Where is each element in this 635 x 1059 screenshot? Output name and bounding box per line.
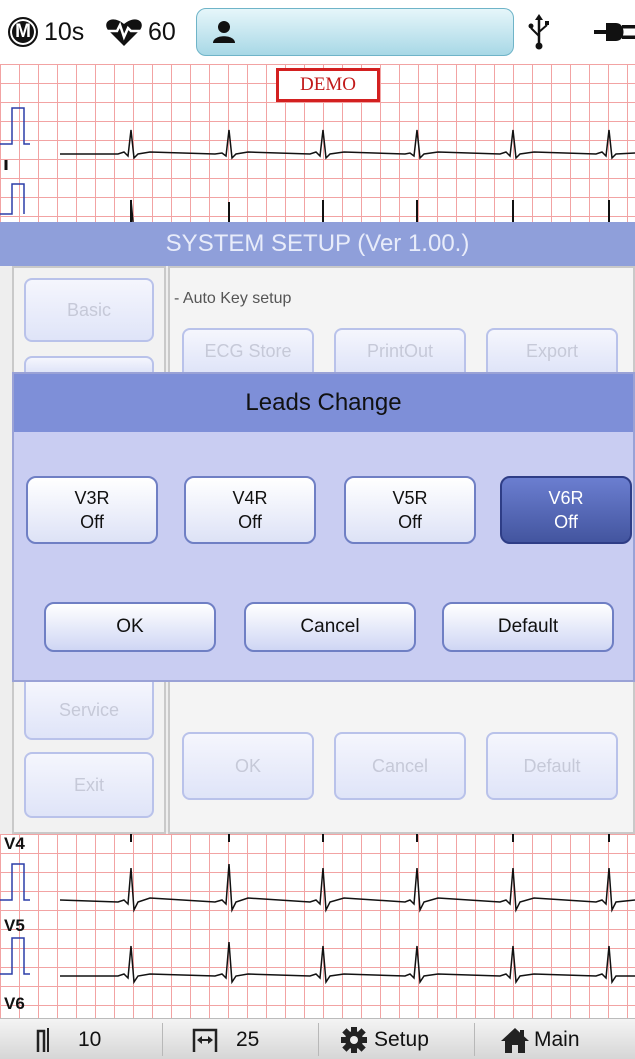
toolbar-divider (162, 1023, 163, 1056)
gain-icon (36, 1027, 49, 1052)
heart-rate-value: 60 (148, 17, 176, 46)
mode-indicator: M 10s (8, 14, 84, 50)
lead-name: V4R (232, 488, 268, 508)
speed-icon (192, 1028, 218, 1052)
usb-icon (528, 14, 549, 50)
lead-label-v5: V5 (4, 916, 25, 935)
lead-state: Off (238, 512, 262, 532)
heart-rate-indicator: 60 (104, 14, 176, 50)
home-icon (501, 1027, 529, 1053)
leads-change-dialog: Leads Change V3R Off V4R Off V5R Off V6R… (12, 372, 635, 682)
lead-name: V6R (548, 488, 584, 508)
setup-cancel-button[interactable]: Cancel (334, 732, 466, 800)
lead-v5r-button[interactable]: V5R Off (344, 476, 476, 544)
setup-ok-button[interactable]: OK (182, 732, 314, 800)
usb-status (528, 14, 550, 50)
toolbar-divider (318, 1023, 319, 1056)
duration-text: 10s (44, 17, 85, 46)
gear-icon (341, 1026, 367, 1053)
power-plug-icon (594, 23, 635, 41)
lead-name: V3R (74, 488, 110, 508)
lead-v3r-button[interactable]: V3R Off (26, 476, 158, 544)
person-icon (213, 21, 235, 43)
bottom-toolbar: 10 25 Setup Main (0, 1018, 635, 1059)
sidebar-hidden-button[interactable] (24, 356, 154, 372)
lead-v4r-button[interactable]: V4R Off (184, 476, 316, 544)
lead-name: V5R (392, 488, 428, 508)
dialog-cancel-button[interactable]: Cancel (244, 602, 416, 652)
printout-button[interactable]: PrintOut (334, 328, 466, 372)
gain-button[interactable]: 10 (36, 1019, 101, 1059)
sidebar-service-button[interactable]: Service (24, 682, 154, 740)
lead-state: Off (398, 512, 422, 532)
export-button[interactable]: Export (486, 328, 618, 372)
mode-badge-icon: M (8, 17, 38, 47)
patient-info-button[interactable] (196, 8, 514, 56)
lead-v6r-button[interactable]: V6R Off (500, 476, 632, 544)
status-bar: M 10s 60 (0, 0, 635, 64)
system-setup-title: SYSTEM SETUP (Ver 1.00.) (0, 222, 635, 266)
power-status (592, 14, 635, 50)
dialog-ok-button[interactable]: OK (44, 602, 216, 652)
sidebar-exit-button[interactable]: Exit (24, 752, 154, 818)
ecg-strip-top: DEMO (0, 64, 635, 222)
sidebar-basic-button[interactable]: Basic (24, 278, 154, 342)
lead-label-v6: V6 (4, 994, 25, 1013)
lead-state: Off (554, 512, 578, 532)
lead-state: Off (80, 512, 104, 532)
setup-default-button[interactable]: Default (486, 732, 618, 800)
ecg-strip-bottom: V4 V5 V6 (0, 834, 635, 1018)
setup-button[interactable]: Setup (340, 1019, 429, 1059)
main-label: Main (534, 1027, 580, 1051)
demo-label: DEMO (276, 68, 380, 102)
gain-value: 10 (78, 1027, 102, 1051)
auto-key-setup-label: - Auto Key setup (174, 290, 292, 307)
dialog-title: Leads Change (14, 374, 633, 432)
speed-button[interactable]: 25 (192, 1019, 259, 1059)
ecg-store-button[interactable]: ECG Store (182, 328, 314, 372)
heart-icon (106, 19, 142, 46)
main-button[interactable]: Main (500, 1019, 580, 1059)
ecg-trace-bottom (0, 834, 635, 985)
setup-label: Setup (374, 1027, 429, 1051)
speed-value: 25 (236, 1027, 260, 1051)
dialog-default-button[interactable]: Default (442, 602, 614, 652)
toolbar-divider (474, 1023, 475, 1056)
lead-label-v4: V4 (4, 834, 25, 853)
